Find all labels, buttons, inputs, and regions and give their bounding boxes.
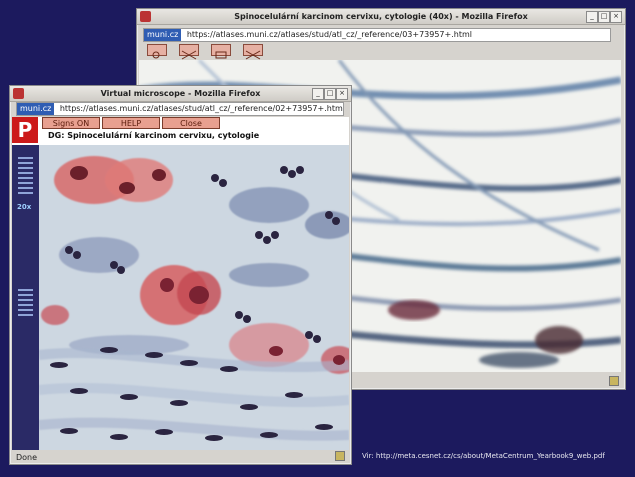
back-status-icon [609,376,619,386]
status-text: Done [16,453,38,462]
front-address-bar[interactable]: muni.cz https://atlases.muni.cz/atlases/… [16,102,344,116]
front-window-title: Virtual microscope - Mozilla Firefox [100,89,261,98]
zoom-ticks-bottom[interactable] [18,289,33,319]
minimize-button[interactable]: _ [586,11,598,23]
front-window-titlebar[interactable]: Virtual microscope - Mozilla Firefox _ □… [10,86,351,102]
help-button[interactable]: HELP [102,117,160,129]
top-button-bar: Signs ON HELP Close [42,117,220,129]
back-address-bar[interactable]: muni.cz https://atlases.muni.cz/atlases/… [143,28,611,42]
back-url-text: https://atlases.muni.cz/atlases/stud/atl… [186,30,472,39]
front-url-text: https://atlases.muni.cz/atlases/stud/atl… [59,104,343,113]
zoom-level-label: 20x [17,203,32,211]
firefox-icon [140,11,151,22]
front-status-icon [335,451,345,461]
diagnosis-label: DG: Spinocelulární karcinom cervixu, cyt… [48,131,260,140]
zoom-nav-panel: 20x [12,145,39,450]
screen-icon[interactable] [211,44,231,59]
maximize-button[interactable]: □ [324,88,336,100]
site-identity-badge[interactable]: muni.cz [144,29,182,41]
back-window-title: Spinocelulární karcinom cervixu, cytolog… [234,12,528,21]
close-button[interactable]: × [610,11,622,23]
front-microscope-image[interactable] [39,145,349,450]
cytology-cells-graphic [39,145,349,450]
site-identity-badge[interactable]: muni.cz [17,103,55,115]
microscope-logo: P [12,117,38,143]
minimize-button[interactable]: _ [312,88,324,100]
zoom-in-icon[interactable] [147,44,167,59]
back-window-titlebar[interactable]: Spinocelulární karcinom cervixu, cytolog… [137,9,625,25]
signs-on-button[interactable]: Signs ON [42,117,100,129]
close-button[interactable]: × [336,88,348,100]
close-page-button[interactable]: Close [162,117,220,129]
maximize-button[interactable]: □ [598,11,610,23]
front-browser-window: Virtual microscope - Mozilla Firefox _ □… [9,85,352,465]
close-crossed-icon[interactable] [243,44,263,60]
source-caption: Vir: http://meta.cesnet.cz/cs/about/Meta… [362,452,605,460]
microscope-page: P Signs ON HELP Close DG: Spinocelulární… [12,117,349,450]
zoom-out-crossed-icon[interactable] [179,44,199,60]
firefox-icon [13,88,24,99]
zoom-ticks-top[interactable] [18,157,33,197]
